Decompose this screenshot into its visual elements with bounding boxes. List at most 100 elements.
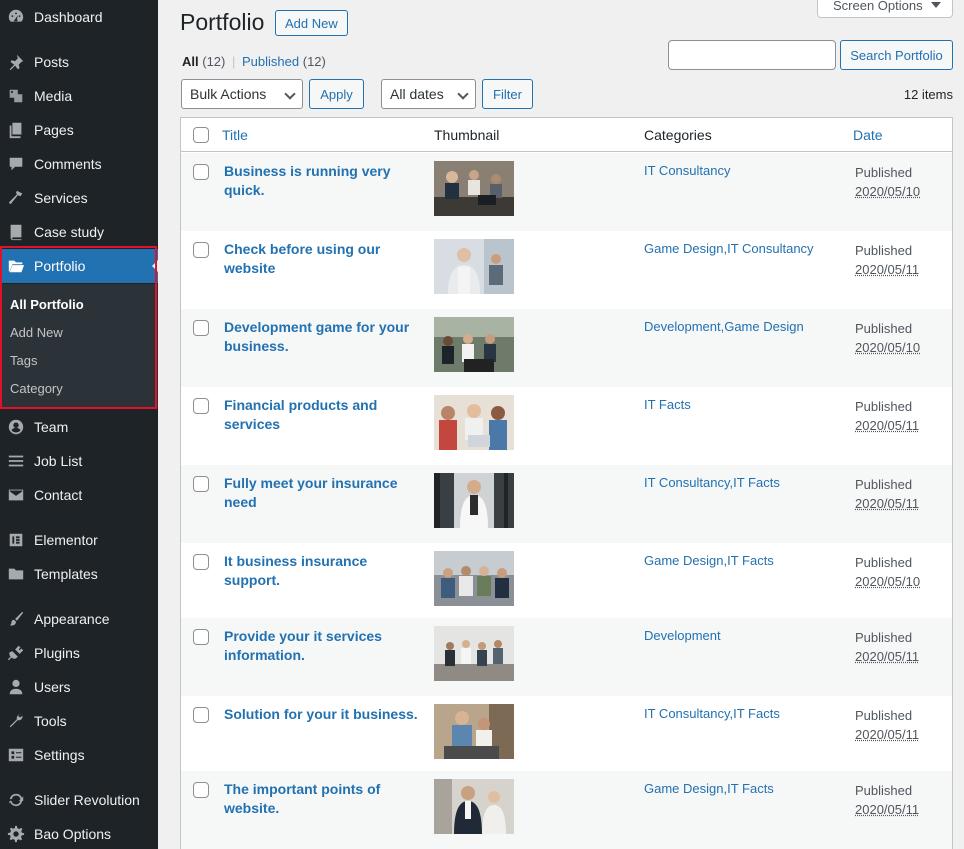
- refresh-icon: [6, 790, 26, 810]
- nav-comments[interactable]: Comments: [0, 147, 158, 181]
- nav-users[interactable]: Users: [0, 670, 158, 704]
- nav-team[interactable]: Team: [0, 410, 158, 444]
- row-checkbox[interactable]: [193, 782, 209, 798]
- nav-label: Contact: [34, 487, 83, 503]
- row-title[interactable]: Business is running very quick.: [224, 162, 419, 200]
- nav-job-list[interactable]: Job List: [0, 444, 158, 478]
- table-row: Business is running very quick. IT Consu…: [181, 153, 952, 231]
- nav-contact[interactable]: Contact: [0, 478, 158, 512]
- thumbnail-image[interactable]: [434, 317, 514, 372]
- row-categories[interactable]: Development,Game Design: [644, 319, 804, 334]
- nav-slider-revolution[interactable]: Slider Revolution: [0, 783, 158, 817]
- add-new-button[interactable]: Add New: [275, 10, 348, 36]
- screen-options-label: Screen Options: [833, 0, 923, 13]
- thumbnail-image[interactable]: [434, 551, 514, 606]
- row-title[interactable]: Check before using our website: [224, 240, 419, 278]
- hammer-icon: [6, 188, 26, 208]
- row-title[interactable]: Fully meet your insurance need: [224, 474, 419, 512]
- nav-templates[interactable]: Templates: [0, 557, 158, 591]
- row-date: Published 2020/05/11: [855, 475, 919, 513]
- items-count: 12 items: [903, 87, 953, 102]
- row-categories[interactable]: Game Design,IT Facts: [644, 781, 774, 796]
- apply-button[interactable]: Apply: [309, 79, 364, 109]
- envelope-icon: [6, 485, 26, 505]
- thumbnail-image[interactable]: [434, 626, 514, 681]
- submenu-add-new[interactable]: Add New: [10, 325, 63, 340]
- nav-media[interactable]: Media: [0, 79, 158, 113]
- row-title[interactable]: It business insurance support.: [224, 552, 419, 590]
- views-separator: |: [232, 54, 236, 69]
- nav-appearance[interactable]: Appearance: [0, 602, 158, 636]
- filter-button[interactable]: Filter: [482, 79, 533, 109]
- search-input[interactable]: [668, 40, 836, 70]
- row-date-value: 2020/05/11: [855, 802, 920, 817]
- settings-icon: [6, 745, 26, 765]
- row-title[interactable]: Solution for your it business.: [224, 705, 419, 724]
- nav-label: Job List: [34, 453, 83, 469]
- row-status: Published: [855, 165, 913, 180]
- submenu-tags[interactable]: Tags: [10, 353, 37, 368]
- thumbnail-image[interactable]: [434, 704, 514, 759]
- row-title[interactable]: Development game for your business.: [224, 318, 419, 356]
- row-checkbox[interactable]: [193, 629, 209, 645]
- table-row: Provide your it services information. De…: [181, 618, 952, 696]
- row-checkbox[interactable]: [193, 242, 209, 258]
- submenu-all-portfolio[interactable]: All Portfolio: [10, 297, 84, 312]
- row-date: Published 2020/05/10: [855, 163, 920, 201]
- row-title[interactable]: Financial products and services: [224, 396, 419, 434]
- thumbnail-image[interactable]: [434, 239, 514, 294]
- search-portfolio-button[interactable]: Search Portfolio: [840, 40, 953, 70]
- row-categories[interactable]: Development: [644, 628, 721, 643]
- row-checkbox[interactable]: [193, 554, 209, 570]
- row-categories[interactable]: IT Facts: [644, 397, 691, 412]
- thumbnail-image[interactable]: [434, 395, 514, 450]
- nav-portfolio[interactable]: Portfolio: [0, 249, 158, 283]
- row-title[interactable]: Provide your it services information.: [224, 627, 419, 665]
- row-checkbox[interactable]: [193, 707, 209, 723]
- list-icon: [6, 451, 26, 471]
- gear-icon: [6, 824, 26, 844]
- row-checkbox[interactable]: [193, 320, 209, 336]
- row-categories[interactable]: IT Consultancy,IT Facts: [644, 706, 780, 721]
- column-title[interactable]: Title: [222, 127, 248, 143]
- view-all-count: (12): [202, 54, 226, 69]
- user-icon: [6, 677, 26, 697]
- row-status: Published: [855, 708, 913, 723]
- row-title[interactable]: The important points of website.: [224, 780, 419, 818]
- nav-tools[interactable]: Tools: [0, 704, 158, 738]
- thumbnail-image[interactable]: [434, 473, 514, 528]
- select-all-checkbox[interactable]: [193, 127, 209, 143]
- nav-services[interactable]: Services: [0, 181, 158, 215]
- row-checkbox[interactable]: [193, 398, 209, 414]
- dates-select[interactable]: All dates: [381, 79, 476, 109]
- row-categories[interactable]: IT Consultancy: [644, 163, 730, 178]
- nav-bao-options[interactable]: Bao Options: [0, 817, 158, 849]
- nav-posts[interactable]: Posts: [0, 45, 158, 79]
- nav-elementor[interactable]: Elementor: [0, 523, 158, 557]
- row-checkbox[interactable]: [193, 476, 209, 492]
- nav-pages[interactable]: Pages: [0, 113, 158, 147]
- row-categories[interactable]: Game Design,IT Facts: [644, 553, 774, 568]
- nav-label: Bao Options: [34, 826, 112, 842]
- row-date-value: 2020/05/10: [855, 184, 921, 199]
- bulk-actions-select[interactable]: Bulk Actions: [181, 79, 303, 109]
- submenu-category[interactable]: Category: [10, 381, 63, 396]
- nav-plugins[interactable]: Plugins: [0, 636, 158, 670]
- view-published[interactable]: Published: [242, 54, 299, 69]
- nav-settings[interactable]: Settings: [0, 738, 158, 772]
- view-all[interactable]: All: [182, 54, 199, 69]
- screen-options-button[interactable]: Screen Options: [817, 0, 953, 18]
- nav-case-study[interactable]: Case study: [0, 215, 158, 249]
- media-icon: [6, 86, 26, 106]
- row-checkbox[interactable]: [193, 164, 209, 180]
- nav-dashboard[interactable]: Dashboard: [0, 0, 158, 34]
- row-status: Published: [855, 630, 913, 645]
- table-row: Development game for your business. Deve…: [181, 309, 952, 387]
- thumbnail-image[interactable]: [434, 779, 514, 834]
- column-date[interactable]: Date: [853, 127, 883, 143]
- row-categories[interactable]: Game Design,IT Consultancy: [644, 241, 814, 256]
- dashboard-icon: [6, 7, 26, 27]
- portfolio-table: Title Thumbnail Categories Date Business…: [180, 117, 953, 849]
- row-categories[interactable]: IT Consultancy,IT Facts: [644, 475, 780, 490]
- thumbnail-image[interactable]: [434, 161, 514, 216]
